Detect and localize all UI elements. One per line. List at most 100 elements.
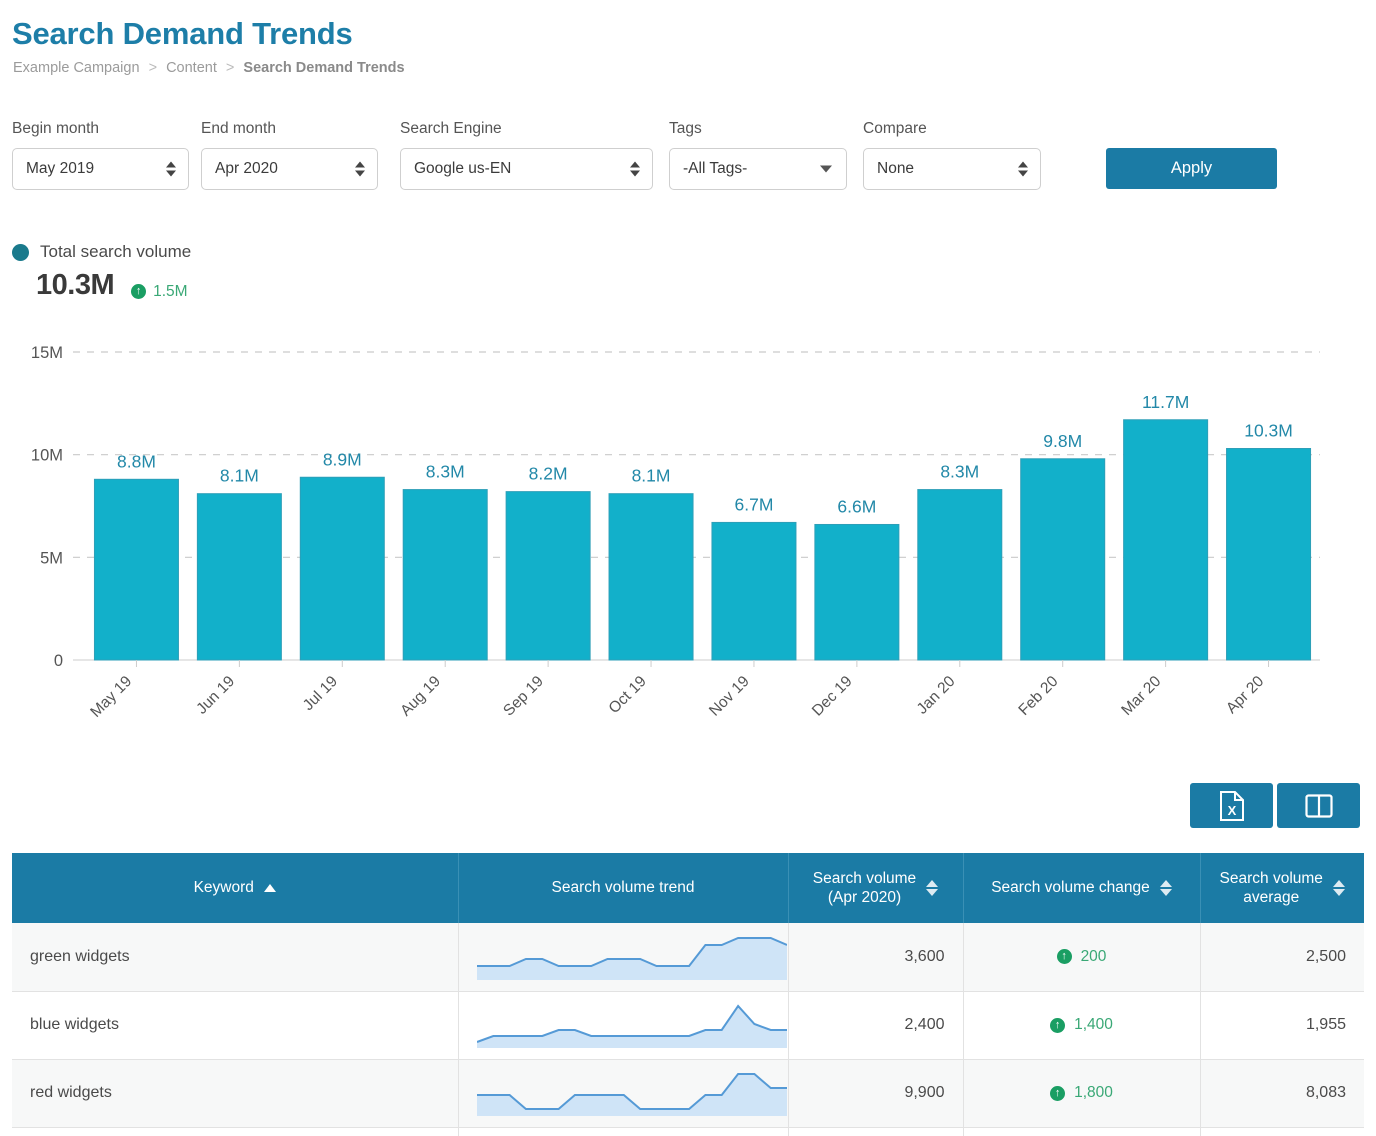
bar[interactable] — [300, 477, 384, 660]
breadcrumb-separator-1: > — [149, 60, 157, 76]
spinner-icon[interactable] — [630, 162, 640, 177]
cell-search-volume-average: 2,500 — [1200, 923, 1364, 991]
cell-search-volume-average — [1200, 1127, 1364, 1136]
search-engine-select[interactable]: Google us-EN — [400, 148, 653, 190]
x-axis-tick-label: Sep 19 — [500, 673, 547, 720]
x-axis-tick-label: Feb 20 — [1015, 673, 1061, 719]
bar-value-label: 8.3M — [426, 462, 465, 482]
kpi-change: ↑ 1.5M — [131, 283, 187, 301]
arrow-up-icon: ↑ — [131, 284, 146, 299]
begin-month-label: Begin month — [12, 120, 189, 138]
kpi-legend-label: Total search volume — [40, 242, 191, 262]
table-row[interactable]: blue widgets2,400↑1,4001,955 — [12, 991, 1364, 1059]
bar[interactable] — [1124, 420, 1208, 660]
column-header-change[interactable]: Search volume change — [963, 853, 1200, 923]
filter-begin-month: Begin month May 2019 — [12, 120, 189, 190]
bar-value-label: 8.9M — [323, 449, 362, 469]
table-row[interactable] — [12, 1127, 1364, 1136]
table-head: Keyword Search volume trend Search volum… — [12, 853, 1364, 923]
end-month-select[interactable]: Apr 2020 — [201, 148, 378, 190]
x-axis-tick-label: Nov 19 — [706, 673, 753, 720]
spinner-icon[interactable] — [166, 162, 176, 177]
cell-keyword: blue widgets — [12, 991, 458, 1059]
bar[interactable] — [94, 479, 178, 660]
end-month-value: Apr 2020 — [202, 160, 278, 178]
cell-keyword: green widgets — [12, 923, 458, 991]
breadcrumb-separator-2: > — [226, 60, 234, 76]
x-axis-tick-label: Jan 20 — [914, 673, 959, 718]
bar-value-label: 8.1M — [632, 466, 671, 486]
bar[interactable] — [506, 492, 590, 660]
excel-file-icon: X — [1219, 791, 1245, 821]
column-header-trend-label: Search volume trend — [551, 878, 694, 897]
keyword-table-wrapper: Keyword Search volume trend Search volum… — [12, 853, 1364, 1136]
column-header-trend[interactable]: Search volume trend — [458, 853, 788, 923]
begin-month-value: May 2019 — [13, 160, 94, 178]
tags-label: Tags — [669, 120, 847, 138]
search-engine-label: Search Engine — [400, 120, 653, 138]
chevron-down-icon[interactable] — [820, 166, 832, 173]
begin-month-select[interactable]: May 2019 — [12, 148, 189, 190]
sort-toggle-icon[interactable] — [1333, 880, 1345, 896]
x-axis-tick-label: May 19 — [87, 673, 135, 721]
bar-value-label: 6.7M — [735, 494, 774, 514]
column-header-average-label: Search volumeaverage — [1220, 869, 1323, 908]
bar[interactable] — [609, 494, 693, 660]
bar[interactable] — [197, 494, 281, 660]
cell-search-volume-change: ↑1,800 — [963, 1059, 1200, 1127]
x-axis-tick-label: Aug 19 — [397, 673, 444, 720]
cell-search-volume-change: ↑200 — [963, 923, 1200, 991]
compare-select[interactable]: None — [863, 148, 1041, 190]
sort-toggle-icon[interactable] — [926, 880, 938, 896]
y-axis-tick-label: 15M — [31, 344, 63, 362]
sparkline-chart — [477, 999, 787, 1051]
table-row[interactable]: red widgets9,900↑1,8008,083 — [12, 1059, 1364, 1127]
search-engine-value: Google us-EN — [401, 160, 511, 178]
breadcrumb-item-campaign[interactable]: Example Campaign — [13, 60, 140, 76]
column-header-volume-label: Search volume(Apr 2020) — [813, 869, 916, 908]
chart-svg: 05M10M15M8.8MMay 198.1MJun 198.9MJul 198… — [0, 330, 1376, 750]
y-axis-tick-label: 10M — [31, 447, 63, 465]
cell-search-volume-average: 8,083 — [1200, 1059, 1364, 1127]
x-axis-tick-label: Jul 19 — [300, 673, 341, 714]
breadcrumb-item-content[interactable]: Content — [166, 60, 217, 76]
bar-value-label: 8.8M — [117, 451, 156, 471]
legend-dot-icon — [12, 244, 29, 261]
column-header-average[interactable]: Search volumeaverage — [1200, 853, 1364, 923]
apply-button[interactable]: Apply — [1106, 148, 1277, 189]
column-header-keyword[interactable]: Keyword — [12, 853, 458, 923]
sort-ascending-icon[interactable] — [264, 884, 276, 892]
sparkline-chart — [477, 931, 787, 983]
cell-trend — [458, 1127, 788, 1136]
bar[interactable] — [1227, 449, 1311, 660]
breadcrumb: Example Campaign > Content > Search Dema… — [13, 60, 405, 76]
column-header-change-label: Search volume change — [991, 878, 1150, 897]
svg-text:X: X — [1227, 803, 1236, 818]
bar[interactable] — [1021, 459, 1105, 660]
arrow-up-icon: ↑ — [1057, 949, 1072, 964]
column-chooser-button[interactable] — [1277, 783, 1360, 828]
bar-value-label: 8.3M — [940, 462, 979, 482]
cell-trend — [458, 991, 788, 1059]
bar[interactable] — [815, 524, 899, 660]
bar-value-label: 9.8M — [1043, 431, 1082, 451]
bar[interactable] — [712, 522, 796, 660]
spinner-icon[interactable] — [1018, 162, 1028, 177]
cell-search-volume: 3,600 — [788, 923, 963, 991]
excel-export-button[interactable]: X — [1190, 783, 1273, 828]
cell-trend — [458, 1059, 788, 1127]
table-row[interactable]: green widgets 3,600↑2002,500 — [12, 923, 1364, 991]
spinner-icon[interactable] — [355, 162, 365, 177]
y-axis-tick-label: 5M — [40, 549, 63, 567]
bar[interactable] — [403, 490, 487, 660]
y-axis-tick-label: 0 — [54, 652, 63, 670]
table-body: green widgets 3,600↑2002,500blue widgets2… — [12, 923, 1364, 1136]
bar[interactable] — [918, 490, 1002, 660]
bar-value-label: 8.1M — [220, 466, 259, 486]
tags-select[interactable]: -All Tags- — [669, 148, 847, 190]
sort-toggle-icon[interactable] — [1160, 880, 1172, 896]
filter-search-engine: Search Engine Google us-EN — [400, 120, 653, 190]
column-header-volume[interactable]: Search volume(Apr 2020) — [788, 853, 963, 923]
search-volume-bar-chart: 05M10M15M8.8MMay 198.1MJun 198.9MJul 198… — [0, 330, 1376, 750]
filter-compare: Compare None — [863, 120, 1041, 190]
